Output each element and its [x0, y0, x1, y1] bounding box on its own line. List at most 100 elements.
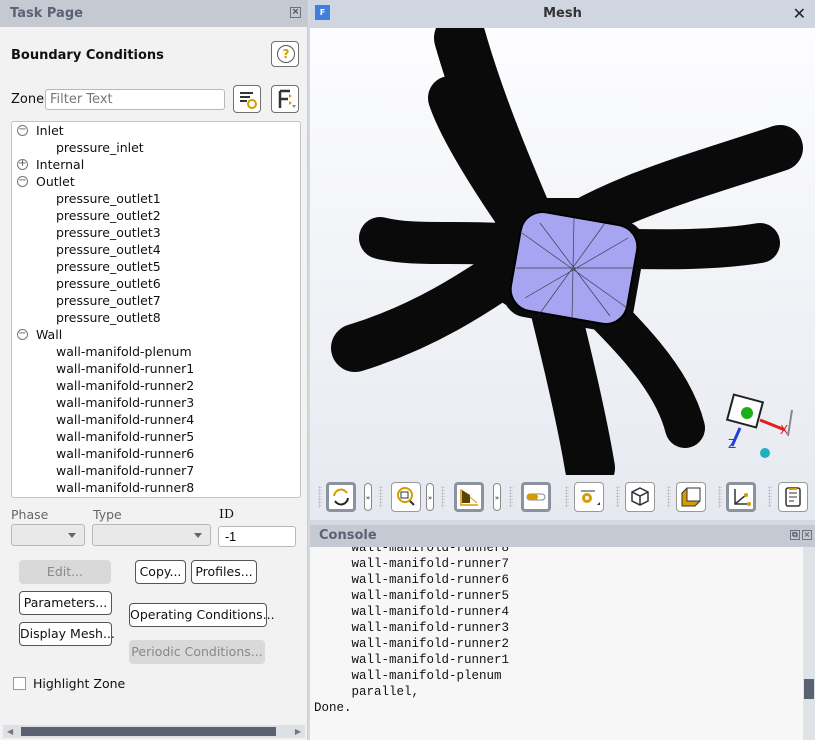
tree-item[interactable]: pressure_outlet5	[12, 258, 300, 275]
console-line: wall-manifold-runner3	[314, 621, 510, 635]
type-dropdown[interactable]	[92, 524, 211, 546]
graphics-viewport[interactable]: X Z	[310, 28, 815, 475]
tree-item[interactable]: wall-manifold-runner2	[12, 377, 300, 394]
highlight-zone-checkbox[interactable]	[13, 677, 26, 690]
undock-icon[interactable]: ⧉	[790, 530, 800, 540]
tree-group-label: Wall	[36, 327, 63, 342]
tree-item[interactable]: wall-manifold-runner8	[12, 479, 300, 496]
sort-options-button[interactable]	[271, 85, 299, 113]
axes-icon	[734, 489, 751, 506]
tree-item[interactable]: wall-manifold-runner1	[12, 360, 300, 377]
console-line: wall-manifold-runner7	[314, 557, 510, 571]
rotate-more-button[interactable]: »	[364, 483, 372, 511]
tree-item[interactable]: pressure_outlet3	[12, 224, 300, 241]
tree-group-inlet[interactable]: − Inlet	[12, 122, 300, 139]
copy-button[interactable]: Copy...	[135, 560, 186, 584]
profiles-button[interactable]: Profiles...	[191, 560, 257, 584]
transparency-slider-button[interactable]	[521, 482, 551, 512]
horizontal-scrollbar[interactable]: ◀ ▶	[3, 725, 305, 738]
tree-item[interactable]: pressure_outlet6	[12, 275, 300, 292]
console-output[interactable]: wall-manifold-runner8 wall-manifold-runn…	[310, 547, 803, 737]
toolbar-grip[interactable]	[509, 486, 513, 508]
tree-item[interactable]: wall-manifold-runner5	[12, 428, 300, 445]
notes-icon	[785, 487, 801, 507]
tree-group-outlet[interactable]: − Outlet	[12, 173, 300, 190]
scroll-right-icon[interactable]: ▶	[295, 727, 301, 736]
zone-label: Zone	[11, 92, 45, 107]
id-input[interactable]	[218, 526, 296, 547]
help-icon: ?	[277, 45, 295, 63]
graphics-toolbar: » » »	[310, 475, 815, 520]
toolbar-grip[interactable]	[616, 486, 620, 508]
tree-item[interactable]: wall-manifold-runner6	[12, 445, 300, 462]
tree-item[interactable]: wall-manifold-plenum	[12, 343, 300, 360]
zoom-box-icon	[397, 487, 415, 506]
toolbar-grip[interactable]	[318, 486, 322, 508]
mesh-window: F Mesh ✕ X Z » » »	[310, 0, 815, 520]
tree-item[interactable]: wall-manifold-runner3	[12, 394, 300, 411]
toolbar-grip[interactable]	[718, 486, 722, 508]
toolbar-grip[interactable]	[565, 486, 569, 508]
mesh-more-button[interactable]: »	[493, 483, 501, 511]
collapse-icon[interactable]: −	[17, 125, 28, 136]
console-line: wall-manifold-runner4	[314, 605, 510, 619]
tree-item[interactable]: pressure_outlet8	[12, 309, 300, 326]
parameters-button[interactable]: Parameters...	[19, 591, 112, 615]
axes-button[interactable]	[726, 482, 756, 512]
periodic-conditions-button[interactable]: Periodic Conditions...	[129, 640, 265, 664]
display-mesh-button[interactable]: Display Mesh...	[19, 622, 115, 646]
console-line: wall-manifold-runner6	[314, 573, 510, 587]
scroll-left-icon[interactable]: ◀	[7, 727, 13, 736]
view-settings-button[interactable]	[574, 482, 604, 512]
front-view-button[interactable]	[676, 482, 706, 512]
tree-item[interactable]: pressure_outlet1	[12, 190, 300, 207]
collapse-icon[interactable]: −	[17, 176, 28, 187]
phase-dropdown[interactable]	[11, 524, 85, 546]
close-icon[interactable]: ✕	[793, 0, 806, 28]
vertical-scrollbar[interactable]	[803, 547, 815, 740]
close-icon[interactable]: ×	[802, 530, 812, 540]
tree-item[interactable]: wall-manifold-runner7	[12, 462, 300, 479]
tree-item[interactable]: pressure_inlet	[12, 139, 300, 156]
toolbar-grip[interactable]	[379, 486, 383, 508]
rotate-button[interactable]	[326, 482, 356, 512]
phase-label: Phase	[11, 507, 49, 522]
toolbar-grip[interactable]	[441, 486, 445, 508]
scrollbar-thumb[interactable]	[804, 679, 814, 699]
isometric-cube-icon	[631, 487, 649, 506]
id-label: ID	[219, 506, 234, 521]
zone-tree[interactable]: − Inlet pressure_inlet + Internal − Outlet pres…	[11, 121, 301, 498]
zoom-box-button[interactable]	[391, 482, 421, 512]
collapse-icon[interactable]: −	[17, 329, 28, 340]
expand-icon[interactable]: +	[17, 159, 28, 170]
svg-text:Z: Z	[728, 437, 736, 451]
console-line: wall-manifold-runner8	[314, 547, 510, 555]
console-panel: Console ⧉ × wall-manifold-runner8 wall-m…	[310, 525, 815, 740]
filter-options-button[interactable]	[233, 85, 261, 113]
tree-group-label: Inlet	[36, 123, 64, 138]
tree-item[interactable]: wall-manifold-runner4	[12, 411, 300, 428]
notes-button[interactable]	[778, 482, 808, 512]
toolbar-grip[interactable]	[667, 486, 671, 508]
console-line: Done.	[314, 701, 352, 715]
isometric-view-button[interactable]	[625, 482, 655, 512]
operating-conditions-button[interactable]: Operating Conditions...	[129, 603, 275, 627]
tree-group-internal[interactable]: + Internal	[12, 156, 300, 173]
sort-icon	[278, 89, 296, 108]
zoom-more-button[interactable]: »	[426, 483, 434, 511]
toolbar-grip[interactable]	[768, 486, 772, 508]
highlight-zone-label: Highlight Zone	[33, 676, 126, 691]
tree-item[interactable]: pressure_outlet2	[12, 207, 300, 224]
type-label: Type	[93, 507, 122, 522]
scrollbar-thumb[interactable]	[21, 727, 276, 736]
close-icon[interactable]: ×	[290, 7, 301, 18]
mesh-window-header: F Mesh ✕	[310, 0, 815, 28]
mesh-display-button[interactable]	[454, 482, 484, 512]
tree-item[interactable]: pressure_outlet4	[12, 241, 300, 258]
edit-button[interactable]: Edit...	[19, 560, 111, 584]
tree-item[interactable]: pressure_outlet7	[12, 292, 300, 309]
filter-text-input[interactable]	[45, 89, 225, 110]
task-page-title: Task Page	[10, 6, 83, 21]
help-button[interactable]: ?	[271, 41, 299, 67]
tree-group-wall[interactable]: − Wall	[12, 326, 300, 343]
